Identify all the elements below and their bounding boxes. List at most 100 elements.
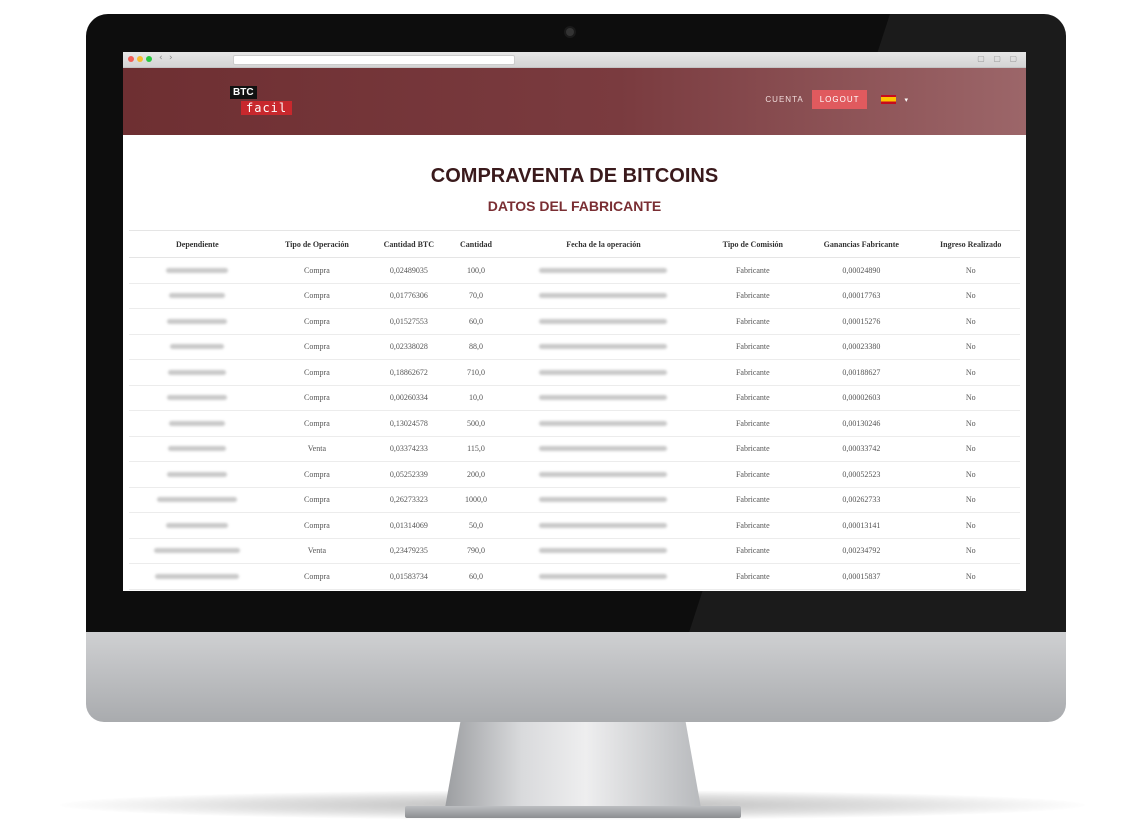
cell-ingreso: No	[921, 487, 1020, 513]
cell-ganancias: 0,00002603	[801, 385, 922, 411]
cell-fecha	[502, 257, 705, 284]
cell-ingreso: No	[921, 563, 1020, 590]
logo-facil-text: facil	[241, 101, 293, 115]
cell-ganancias: 0,00262733	[801, 487, 922, 513]
cell-tipo-comision: Fabricante	[704, 334, 802, 360]
maximize-window-icon[interactable]	[146, 56, 152, 62]
spain-flag-icon[interactable]	[881, 95, 897, 104]
cell-ganancias: 0,00023380	[801, 334, 922, 360]
table-row[interactable]: Compra 0,01314069 50,0 Fabricante 0,00013141…	[129, 512, 1020, 539]
cuenta-link[interactable]: CUENTA	[765, 95, 803, 104]
table-row[interactable]: Compra 0,18862672 710,0 Fabricante 0,0018862…	[129, 359, 1020, 386]
cell-cantidad: 1000,0	[449, 589, 503, 591]
cell-ganancias: 0,00013141	[801, 512, 922, 539]
redacted-text	[539, 420, 668, 426]
table-row[interactable]: Compra 0,26273323 1000,0 Fabricante 0,002627…	[129, 487, 1020, 513]
cell-dependiente	[129, 512, 266, 539]
logout-button[interactable]: LOGOUT	[811, 90, 868, 109]
cell-fecha	[502, 283, 705, 309]
redacted-text	[168, 369, 227, 375]
table-row[interactable]: Compra 0,00260334 10,0 Fabricante 0,00002603…	[129, 385, 1020, 411]
table-row[interactable]: Compra 0,02489035 100,0 Fabricante 0,0002489…	[129, 257, 1020, 284]
monitor-stand-base	[405, 806, 741, 818]
btc-facil-logo[interactable]: BTC facil	[230, 82, 293, 115]
redacted-text	[539, 573, 668, 579]
table-row[interactable]: Compra 0,01583734 60,0 Fabricante 0,00015837…	[129, 563, 1020, 590]
table-row[interactable]: Compra 0,05252339 200,0 Fabricante 0,0005252…	[129, 461, 1020, 488]
cell-fecha	[502, 563, 705, 590]
chevron-right-icon[interactable]: ›	[169, 53, 173, 63]
cell-dependiente	[129, 461, 266, 488]
screen: ‹ › ▢ ▢ ▢ BTC facil CUENTA LOGOUT ▾ COMP…	[123, 52, 1026, 591]
cell-fecha	[502, 589, 705, 591]
cell-tipo-comision: Fabricante	[704, 283, 802, 309]
cell-tipo-comision: Fabricante	[704, 410, 802, 437]
monitor-stand	[445, 722, 701, 808]
cell-cantidad-btc: 0,26273323	[368, 487, 450, 513]
cell-tipo-comision: Fabricante	[704, 385, 802, 411]
cell-tipo-comision: Fabricante	[704, 563, 802, 590]
cell-dependiente	[129, 359, 266, 386]
cell-fecha	[502, 538, 705, 564]
redacted-text	[168, 446, 227, 452]
cell-ingreso: No	[921, 461, 1020, 488]
close-window-icon[interactable]	[128, 56, 134, 62]
cell-cantidad-btc: 0,01583734	[368, 563, 450, 590]
cell-fecha	[502, 385, 705, 411]
chevron-left-icon[interactable]: ‹	[159, 53, 163, 63]
operations-table: Dependiente Tipo de Operación Cantidad BTC…	[129, 230, 1020, 591]
cell-fecha	[502, 334, 705, 360]
cell-ganancias: 0,00017763	[801, 283, 922, 309]
table-row[interactable]: Venta 0,23479235 790,0 Fabricante 0,00234792…	[129, 538, 1020, 564]
logo-btc-text: BTC	[230, 86, 257, 99]
redacted-text	[157, 497, 238, 503]
cell-ingreso: No	[921, 512, 1020, 539]
table-row[interactable]: Compra 0,02338028 88,0 Fabricante 0,00023380…	[129, 334, 1020, 360]
cell-tipo-comision: Fabricante	[704, 257, 802, 284]
cell-ganancias: 0,00188627	[801, 359, 922, 386]
browser-menu-icons[interactable]: ▢ ▢ ▢	[977, 54, 1020, 63]
cell-cantidad: 10,0	[449, 385, 503, 411]
cell-tipo-operacion: Compra	[265, 359, 369, 386]
address-bar[interactable]	[233, 55, 515, 65]
table-row[interactable]: Compra 0,01776306 70,0 Fabricante 0,00017763…	[129, 283, 1020, 309]
table-row[interactable]: Venta 0,03374233 115,0 Fabricante 0,00033742…	[129, 436, 1020, 462]
cell-dependiente	[129, 283, 266, 309]
cell-tipo-comision: Fabricante	[704, 359, 802, 386]
redacted-text	[155, 573, 240, 579]
redacted-text	[169, 293, 226, 299]
column-header: Cantidad BTC	[368, 230, 450, 258]
cell-tipo-operacion: Compra	[265, 334, 369, 360]
redacted-text	[539, 522, 668, 528]
redacted-text	[166, 522, 229, 528]
cell-ganancias: 0,00130246	[801, 410, 922, 437]
table-row[interactable]: Compra 0,13024578 500,0 Fabricante 0,0013024…	[129, 410, 1020, 437]
cell-cantidad: 200,0	[449, 461, 503, 488]
cell-ganancias: 0,00052523	[801, 461, 922, 488]
redacted-text	[539, 369, 668, 375]
column-header: Cantidad	[449, 230, 503, 258]
minimize-window-icon[interactable]	[137, 56, 143, 62]
column-header: Ingreso Realizado	[921, 230, 1020, 258]
cell-ingreso: No	[921, 359, 1020, 386]
redacted-text	[539, 497, 668, 503]
cell-tipo-operacion: Venta	[265, 436, 369, 462]
table-row[interactable]: Compra0,26462951000,0 Fabricante0,0026463…	[129, 589, 1020, 591]
cell-ingreso: No	[921, 385, 1020, 411]
table-row[interactable]: Compra 0,01527553 60,0 Fabricante 0,00015276…	[129, 308, 1020, 335]
redacted-text	[539, 471, 668, 477]
cell-cantidad: 115,0	[449, 436, 503, 462]
cell-ganancias: 0,00264630	[801, 589, 922, 591]
cell-dependiente	[129, 334, 266, 360]
cell-tipo-comision: Fabricante	[704, 487, 802, 513]
cell-fecha	[502, 512, 705, 539]
redacted-text	[539, 318, 668, 324]
cell-ganancias: 0,00015276	[801, 308, 922, 335]
cell-tipo-operacion: Compra	[265, 257, 369, 284]
cell-cantidad: 710,0	[449, 359, 503, 386]
cell-ingreso: No	[921, 538, 1020, 564]
cell-cantidad-btc: 0,02338028	[368, 334, 450, 360]
cell-cantidad-btc: 0,23479235	[368, 538, 450, 564]
table-body: Compra 0,02489035 100,0 Fabricante 0,0002489…	[129, 257, 1020, 591]
chevron-down-icon[interactable]: ▾	[904, 96, 908, 104]
